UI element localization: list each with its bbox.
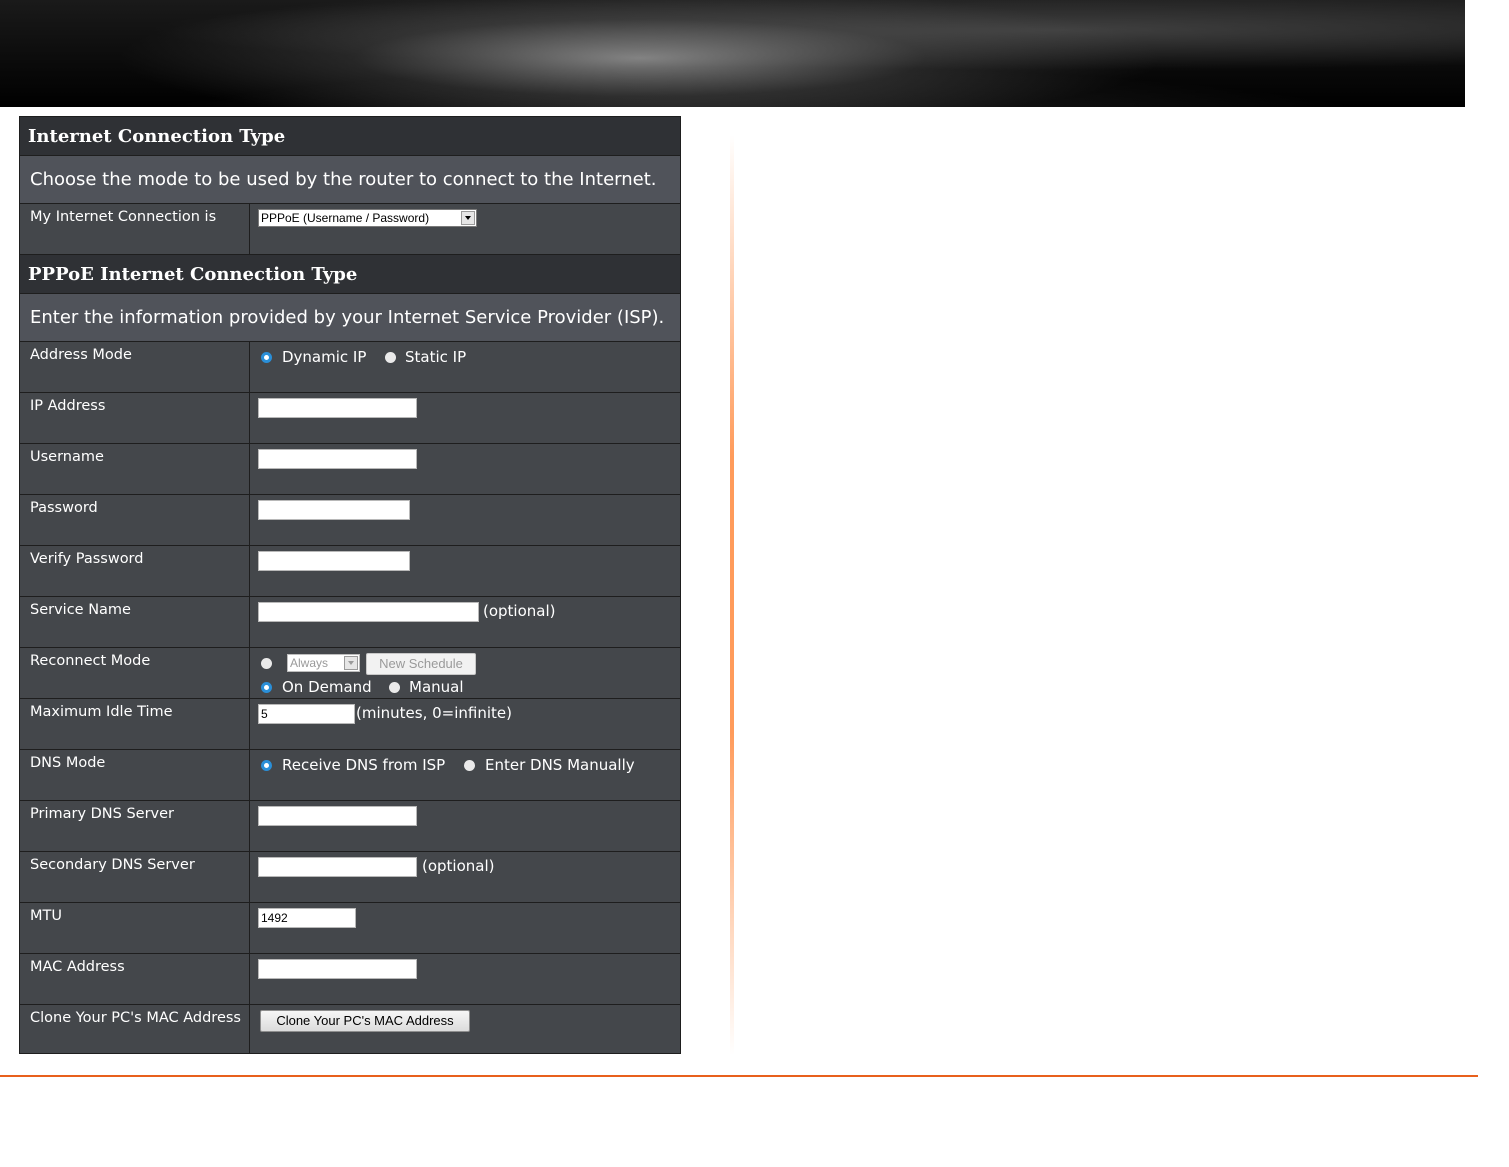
mtu-label: MTU [20, 903, 250, 953]
secondary-dns-optional-hint: (optional) [422, 857, 495, 875]
radio-manual[interactable] [389, 682, 400, 693]
row-service-name: Service Name (optional) [20, 597, 680, 648]
radio-enter-dns-manually-label: Enter DNS Manually [485, 756, 635, 774]
radio-dynamic-ip-label: Dynamic IP [282, 348, 367, 366]
row-reconnect-mode: Reconnect Mode Always New Schedule On De… [20, 648, 680, 699]
password-value-cell [258, 495, 680, 545]
secondary-dns-value-cell: (optional) [258, 852, 680, 902]
username-value-cell [258, 444, 680, 494]
banner-swoosh [0, 0, 1465, 107]
new-schedule-button[interactable]: New Schedule [366, 653, 476, 675]
password-label: Password [20, 495, 250, 545]
ip-address-input[interactable] [258, 398, 417, 418]
username-input[interactable] [258, 449, 417, 469]
row-connection-type: My Internet Connection is PPPoE (Usernam… [20, 204, 680, 255]
service-name-value-cell: (optional) [258, 597, 680, 647]
row-ip-address: IP Address [20, 393, 680, 444]
decorative-vertical-line [730, 135, 734, 1055]
radio-receive-dns-from-isp[interactable] [261, 760, 272, 771]
mtu-value-cell: 1492 [258, 903, 680, 953]
section-description-pppoe: Enter the information provided by your I… [20, 294, 680, 342]
service-name-input[interactable] [258, 602, 479, 622]
address-mode-value-cell: Dynamic IP Static IP [258, 342, 680, 392]
ip-address-label: IP Address [20, 393, 250, 443]
section-description-connection-type: Choose the mode to be used by the router… [20, 156, 680, 204]
section-title-connection-type: Internet Connection Type [20, 117, 680, 156]
secondary-dns-label: Secondary DNS Server [20, 852, 250, 902]
password-input[interactable] [258, 500, 410, 520]
radio-static-ip-label: Static IP [405, 348, 467, 366]
radio-static-ip[interactable] [385, 352, 396, 363]
connection-type-select-value: PPPoE (Username / Password) [261, 211, 430, 225]
row-primary-dns: Primary DNS Server [20, 801, 680, 852]
row-password: Password [20, 495, 680, 546]
radio-dynamic-ip[interactable] [261, 352, 272, 363]
service-name-optional-hint: (optional) [483, 602, 556, 620]
primary-dns-input[interactable] [258, 806, 417, 826]
verify-password-value-cell [258, 546, 680, 596]
settings-panel: Internet Connection Type Choose the mode… [19, 116, 681, 1054]
mac-address-label: MAC Address [20, 954, 250, 1004]
username-label: Username [20, 444, 250, 494]
primary-dns-label: Primary DNS Server [20, 801, 250, 851]
address-mode-label: Address Mode [20, 342, 250, 392]
radio-enter-dns-manually[interactable] [464, 760, 475, 771]
connection-type-value-cell: PPPoE (Username / Password) [258, 204, 680, 254]
verify-password-input[interactable] [258, 551, 410, 571]
footer-divider [0, 1075, 1478, 1077]
ip-address-value-cell [258, 393, 680, 443]
row-clone-mac: Clone Your PC's MAC Address Clone Your P… [20, 1005, 680, 1054]
reconnect-mode-value-cell: Always New Schedule On Demand Manual [258, 648, 680, 698]
dns-mode-label: DNS Mode [20, 750, 250, 800]
max-idle-time-hint: (minutes, 0=infinite) [356, 704, 512, 722]
max-idle-time-label: Maximum Idle Time [20, 699, 250, 749]
mac-address-value-cell [258, 954, 680, 1004]
schedule-select[interactable]: Always [287, 654, 360, 672]
row-username: Username [20, 444, 680, 495]
mtu-input[interactable]: 1492 [258, 908, 356, 928]
row-address-mode: Address Mode Dynamic IP Static IP [20, 342, 680, 393]
row-mtu: MTU 1492 [20, 903, 680, 954]
reconnect-mode-label: Reconnect Mode [20, 648, 250, 698]
mac-address-input[interactable] [258, 959, 417, 979]
connection-type-label: My Internet Connection is [20, 204, 250, 254]
chevron-down-icon [461, 211, 475, 225]
service-name-label: Service Name [20, 597, 250, 647]
row-max-idle-time: Maximum Idle Time 5 (minutes, 0=infinite… [20, 699, 680, 750]
clone-mac-label: Clone Your PC's MAC Address [20, 1005, 250, 1054]
connection-type-select[interactable]: PPPoE (Username / Password) [258, 209, 477, 227]
clone-mac-value-cell: Clone Your PC's MAC Address [258, 1005, 680, 1055]
row-verify-password: Verify Password [20, 546, 680, 597]
clone-mac-button[interactable]: Clone Your PC's MAC Address [260, 1010, 470, 1032]
radio-receive-dns-from-isp-label: Receive DNS from ISP [282, 756, 446, 774]
dns-mode-value-cell: Receive DNS from ISP Enter DNS Manually [258, 750, 680, 800]
row-secondary-dns: Secondary DNS Server (optional) [20, 852, 680, 903]
secondary-dns-input[interactable] [258, 857, 417, 877]
row-mac-address: MAC Address [20, 954, 680, 1005]
section-title-pppoe: PPPoE Internet Connection Type [20, 255, 680, 294]
verify-password-label: Verify Password [20, 546, 250, 596]
radio-on-demand-label: On Demand [282, 678, 372, 696]
radio-manual-label: Manual [409, 678, 464, 696]
max-idle-time-value-cell: 5 (minutes, 0=infinite) [258, 699, 680, 749]
radio-always-on[interactable] [261, 658, 272, 669]
row-dns-mode: DNS Mode Receive DNS from ISP Enter DNS … [20, 750, 680, 801]
schedule-select-value: Always [290, 656, 329, 670]
primary-dns-value-cell [258, 801, 680, 851]
radio-on-demand[interactable] [261, 682, 272, 693]
chevron-down-icon [344, 656, 358, 670]
max-idle-time-input[interactable]: 5 [258, 704, 355, 724]
